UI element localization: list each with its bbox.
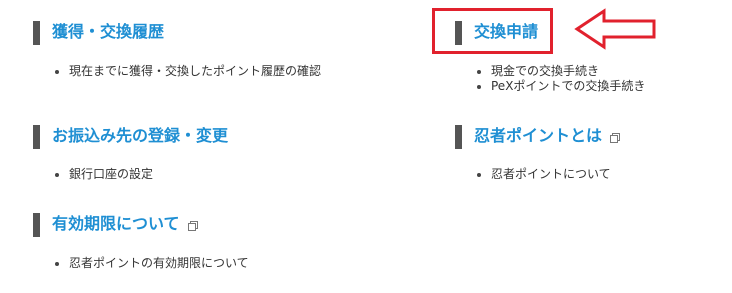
list-item: 忍者ポイントについて xyxy=(473,167,611,182)
list-item: 忍者ポイントの有効期限について xyxy=(51,256,249,271)
exchange-list: 現金での交換手続き PeXポイントでの交換手続き xyxy=(473,64,645,94)
list-item: 現金での交換手続き xyxy=(473,64,645,79)
ninja-list: 忍者ポイントについて xyxy=(473,167,611,182)
title-text: 忍者ポイントとは xyxy=(474,126,603,145)
bank-list: 銀行口座の設定 xyxy=(51,167,153,182)
history-link[interactable]: 獲得・交換履歴 xyxy=(52,20,164,44)
list-item: 銀行口座の設定 xyxy=(51,167,153,182)
heading-bar xyxy=(33,213,40,237)
expiry-list: 忍者ポイントの有効期限について xyxy=(51,256,249,271)
list-item: 現在までに獲得・交換したポイント履歴の確認 xyxy=(51,64,321,79)
external-link-icon xyxy=(187,221,198,231)
heading-bar xyxy=(33,21,40,45)
list-item: PeXポイントでの交換手続き xyxy=(473,79,645,94)
ninja-point-link[interactable]: 忍者ポイントとは xyxy=(474,124,621,148)
heading-bar xyxy=(33,125,40,149)
bank-account-link[interactable]: お振込み先の登録・変更 xyxy=(52,124,228,148)
left-arrow-icon xyxy=(574,8,656,50)
heading-bar xyxy=(455,125,462,149)
title-text: 有効期限について xyxy=(52,214,180,233)
history-list: 現在までに獲得・交換したポイント履歴の確認 xyxy=(51,64,321,79)
external-link-icon xyxy=(610,133,621,143)
expiry-link[interactable]: 有効期限について xyxy=(52,212,198,236)
highlight-box xyxy=(432,8,553,54)
